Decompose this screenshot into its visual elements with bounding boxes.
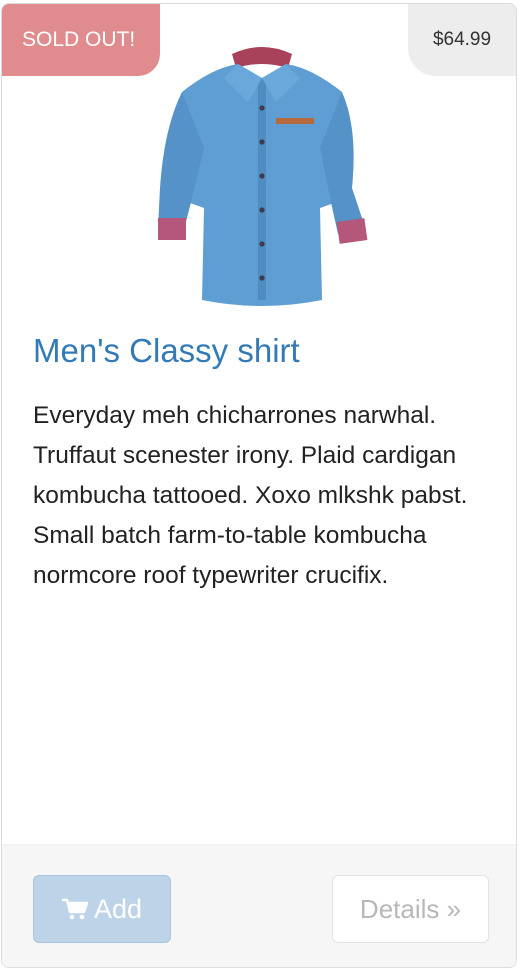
details-button[interactable]: Details » bbox=[332, 875, 489, 943]
product-image bbox=[158, 47, 368, 306]
price-badge: $64.99 bbox=[408, 4, 516, 76]
add-to-cart-button[interactable]: Add bbox=[33, 875, 171, 943]
add-button-label: Add bbox=[93, 893, 143, 924]
sold-out-badge: SOLD OUT! bbox=[2, 4, 160, 76]
product-title[interactable]: Men's Classy shirt bbox=[33, 332, 300, 370]
product-card: SOLD OUT! $64.99 Men's Classy shirt Ever… bbox=[1, 3, 517, 968]
product-description: Everyday meh chicharrones narwhal. Truff… bbox=[33, 402, 468, 589]
card-footer: Add Details » bbox=[2, 844, 516, 967]
shopping-cart-icon bbox=[61, 898, 88, 920]
